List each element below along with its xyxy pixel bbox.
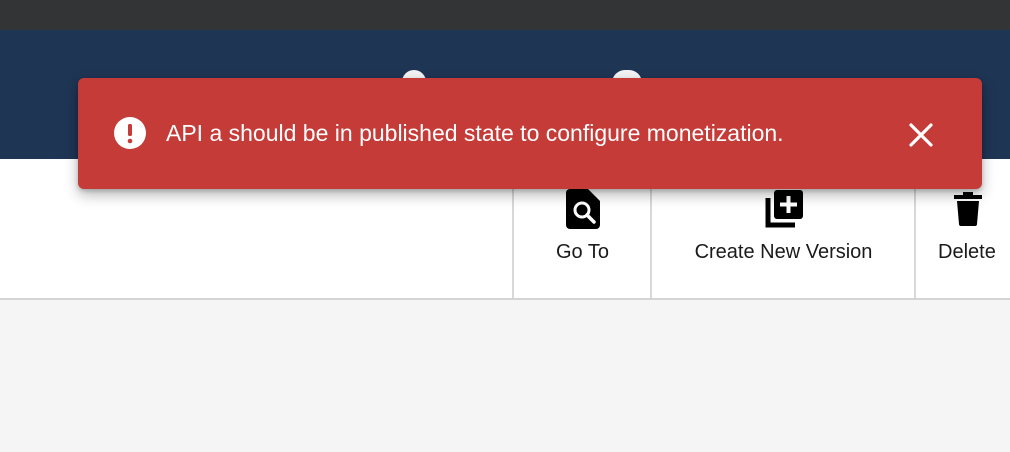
close-notification-button[interactable] xyxy=(904,118,938,152)
error-icon xyxy=(114,117,146,149)
error-message: API a should be in published state to co… xyxy=(166,120,784,146)
file-search-icon xyxy=(563,189,603,229)
trash-icon xyxy=(948,189,988,229)
main-content-area xyxy=(0,300,1010,452)
goto-label: Go To xyxy=(556,241,609,263)
close-icon xyxy=(909,123,933,147)
browser-top-bar xyxy=(0,0,1010,30)
create-new-version-label: Create New Version xyxy=(694,241,873,263)
error-snackbar: API a should be in published state to co… xyxy=(78,78,982,189)
library-add-icon xyxy=(764,189,804,229)
delete-label: Delete xyxy=(938,241,996,263)
